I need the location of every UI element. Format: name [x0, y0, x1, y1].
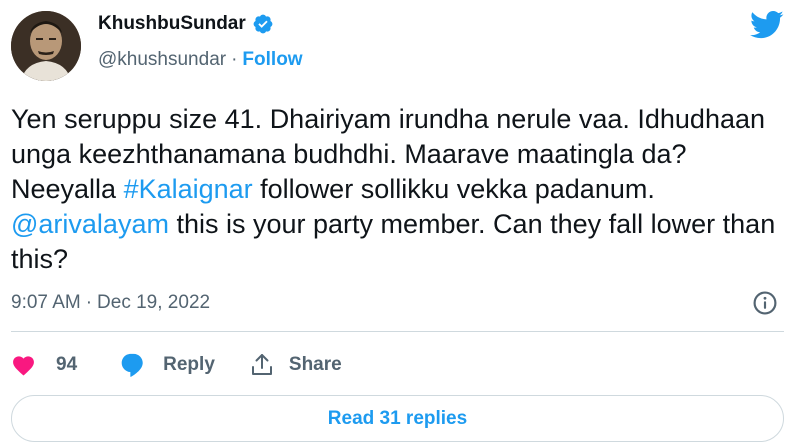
- heart-icon: [13, 356, 34, 376]
- action-bar: 94 Reply Share: [11, 352, 342, 377]
- avatar[interactable]: [11, 11, 81, 81]
- verified-icon: [253, 14, 273, 34]
- reply-button[interactable]: Reply: [120, 352, 215, 377]
- divider: [11, 331, 784, 332]
- twitter-bird-icon[interactable]: [750, 10, 784, 40]
- read-replies-label: Read 31 replies: [327, 407, 468, 429]
- author-name-row: KhushbuSundar: [98, 13, 274, 35]
- reply-bubble-icon: [121, 353, 143, 377]
- author-display-name[interactable]: KhushbuSundar: [98, 13, 246, 35]
- tweet-date: Dec 19, 2022: [97, 292, 211, 313]
- tweet-text: Yen seruppu size 41. Dhairiyam irundha n…: [11, 102, 781, 277]
- hashtag-link[interactable]: #Kalaignar: [124, 174, 253, 204]
- reply-label: Reply: [163, 353, 215, 375]
- share-label: Share: [288, 353, 342, 375]
- like-button[interactable]: 94: [11, 353, 77, 376]
- timestamp-separator: ·: [85, 292, 93, 313]
- like-count: 94: [56, 353, 78, 375]
- handle-separator: ·: [231, 49, 238, 70]
- avatar-photo: [11, 11, 81, 81]
- tweet-timestamp[interactable]: 9:07 AM · Dec 19, 2022: [11, 292, 210, 314]
- author-handle[interactable]: @khushsundar: [98, 49, 226, 71]
- share-button[interactable]: Share: [251, 353, 342, 377]
- tweet-time: 9:07 AM: [11, 292, 81, 313]
- tweet-text-part: follower sollikku vekka padanum.: [252, 174, 655, 204]
- follow-button[interactable]: Follow: [242, 49, 302, 71]
- read-replies-button[interactable]: Read 31 replies: [11, 395, 784, 442]
- author-handle-row: @khushsundar · Follow: [98, 49, 303, 71]
- mention-link[interactable]: @arivalayam: [11, 209, 169, 239]
- share-icon: [251, 353, 272, 375]
- info-icon[interactable]: [752, 290, 778, 316]
